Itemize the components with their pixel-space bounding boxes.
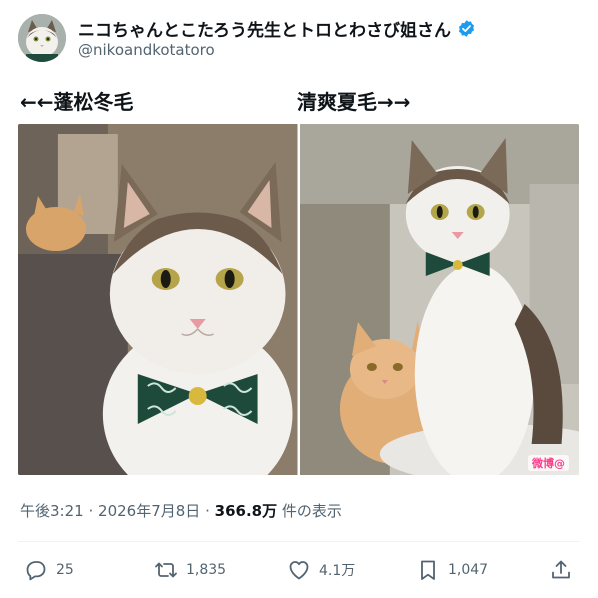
cat-summer-coat-photo[interactable]: 微博@	[299, 124, 579, 475]
reply-button[interactable]: 25	[24, 555, 74, 585]
retweet-icon	[155, 562, 177, 578]
retweet-count: 1,835	[186, 562, 227, 578]
bookmark-icon	[421, 560, 435, 580]
cat-winter-coat-image	[18, 124, 298, 475]
cat-avatar-icon	[18, 14, 66, 62]
meta-separator: ·	[88, 502, 94, 520]
meta-separator: ·	[205, 502, 210, 520]
author-name-row: ニコちゃんとこたろう先生とトロとわさび姐さん	[78, 16, 476, 41]
like-count: 4.1万	[319, 563, 356, 579]
share-icon	[552, 560, 570, 579]
reply-count: 25	[56, 562, 74, 578]
reply-icon	[26, 561, 46, 581]
post-time[interactable]: 午後3:21	[20, 502, 84, 520]
post-media: 微博@	[18, 124, 579, 475]
caption-winter-coat: ←←蓬松冬毛	[20, 90, 134, 114]
author-display-name[interactable]: ニコちゃんとこたろう先生とトロとわさび姐さん	[78, 16, 451, 41]
like-button[interactable]: 4.1万	[287, 555, 355, 585]
post-date[interactable]: 2026年7月8日	[98, 502, 200, 520]
bookmark-count: 1,047	[448, 562, 489, 578]
divider	[18, 541, 580, 542]
views-label: 件の表示	[281, 502, 342, 520]
cat-winter-coat-photo[interactable]	[18, 124, 298, 475]
bookmark-button[interactable]: 1,047	[416, 555, 488, 585]
post-header: ニコちゃんとこたろう先生とトロとわさび姐さん @nikoandkotatoro	[18, 12, 580, 64]
retweet-button[interactable]: 1,835	[154, 555, 226, 585]
caption-summer-coat: 清爽夏毛→→	[297, 90, 411, 114]
post-meta: 午後3:21 · 2026年7月8日 · 366.8万 件の表示	[20, 500, 342, 521]
share-button[interactable]	[549, 555, 573, 585]
views-count: 366.8万	[214, 502, 278, 520]
verified-badge-icon	[458, 20, 475, 37]
author-avatar[interactable]	[18, 14, 66, 62]
author-handle[interactable]: @nikoandkotatoro	[78, 41, 215, 59]
image-watermark: 微博@	[528, 455, 569, 471]
heart-icon	[289, 561, 309, 580]
cat-summer-coat-image	[299, 124, 579, 475]
post-actions: 25 1,835 4.1万 1,047	[20, 555, 580, 585]
